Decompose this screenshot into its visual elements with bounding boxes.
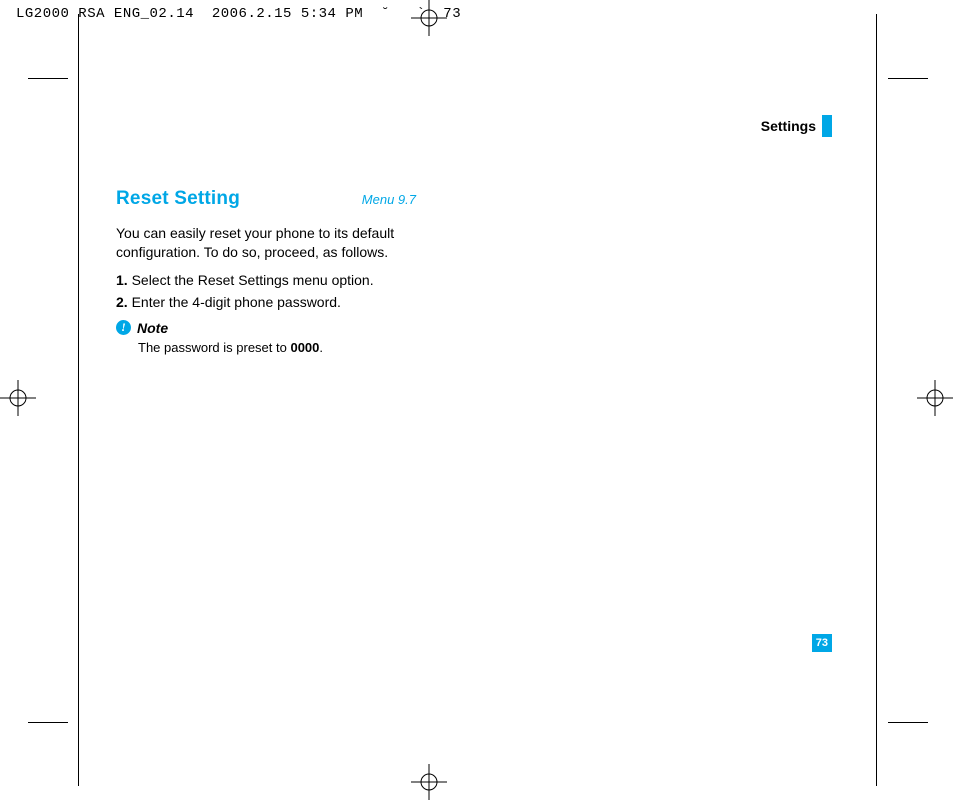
step-item: 2. Enter the 4-digit phone password. bbox=[116, 294, 426, 310]
page-number-badge: 73 bbox=[812, 634, 832, 652]
page-content: Reset Setting Menu 9.7 You can easily re… bbox=[116, 188, 426, 355]
note-text-suffix: . bbox=[319, 340, 323, 355]
registration-mark-icon bbox=[411, 0, 447, 36]
crop-tick bbox=[28, 78, 68, 79]
crop-tick bbox=[28, 722, 68, 723]
registration-mark-icon bbox=[411, 764, 447, 800]
title-row: Reset Setting Menu 9.7 bbox=[116, 188, 416, 210]
step-number: 1. bbox=[116, 272, 128, 288]
crop-tick bbox=[888, 722, 928, 723]
menu-reference: Menu 9.7 bbox=[362, 192, 416, 207]
note-text-prefix: The password is preset to bbox=[138, 340, 290, 355]
note-text: The password is preset to 0000. bbox=[138, 340, 426, 355]
info-icon: ! bbox=[116, 320, 131, 335]
crop-tick bbox=[888, 78, 928, 79]
registration-mark-icon bbox=[917, 380, 953, 416]
note-label: Note bbox=[137, 320, 168, 336]
step-text: Select the Reset Settings menu option. bbox=[128, 272, 374, 288]
doc-timestamp: 2006.2.15 5:34 PM bbox=[212, 6, 363, 22]
doc-id: LG2000 RSA ENG_02.14 bbox=[16, 6, 194, 22]
section-header-label: Settings bbox=[761, 118, 816, 134]
document-meta-header: LG2000 RSA ENG_02.14 2006.2.15 5:34 PM ˘… bbox=[16, 6, 461, 22]
crop-line-left bbox=[78, 14, 79, 786]
note-value: 0000 bbox=[290, 340, 319, 355]
section-header-accent-icon bbox=[822, 115, 832, 137]
page-title: Reset Setting bbox=[116, 188, 240, 210]
section-header: Settings bbox=[761, 115, 832, 137]
step-number: 2. bbox=[116, 294, 128, 310]
crop-line-right bbox=[876, 14, 877, 786]
note-header: ! Note bbox=[116, 320, 426, 336]
intro-paragraph: You can easily reset your phone to its d… bbox=[116, 224, 411, 262]
step-text: Enter the 4-digit phone password. bbox=[128, 294, 341, 310]
registration-mark-icon bbox=[0, 380, 36, 416]
step-item: 1. Select the Reset Settings menu option… bbox=[116, 272, 426, 288]
